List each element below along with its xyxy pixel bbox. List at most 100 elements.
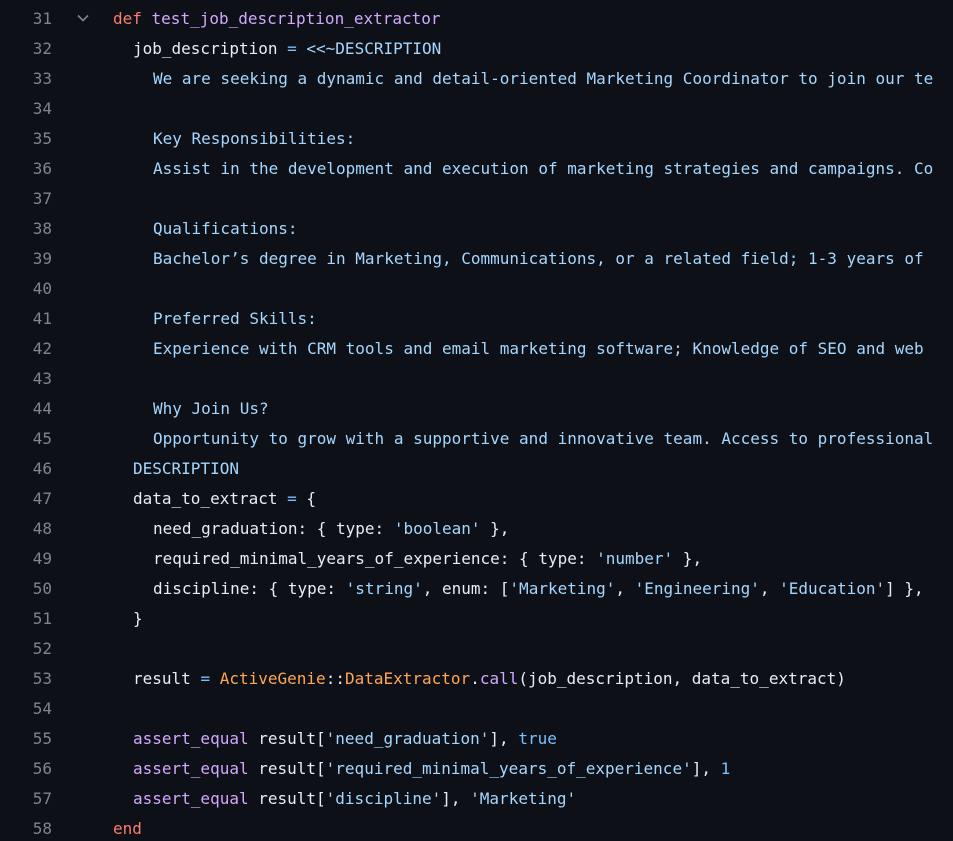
code-token: We are seeking a dynamic and detail-orie… xyxy=(153,68,934,88)
line-number: 46 xyxy=(32,458,52,478)
line-number: 50 xyxy=(32,578,52,598)
line-number: 35 xyxy=(32,128,52,148)
code-text: Experience with CRM tools and email mark… xyxy=(113,339,953,358)
code-token: 'Engineering' xyxy=(634,578,760,598)
code-line[interactable]: 52 xyxy=(0,633,953,663)
code-line[interactable]: 48 need_graduation: { type: 'boolean' }, xyxy=(0,513,953,543)
code-token: Key Responsibilities: xyxy=(153,128,356,148)
code-text: result = ActiveGenie::DataExtractor.call… xyxy=(113,669,953,688)
code-text: discipline: { type: 'string', enum: ['Ma… xyxy=(113,579,953,598)
code-token: ActiveGenie xyxy=(219,668,326,688)
chevron-down-icon xyxy=(76,14,89,22)
code-line[interactable]: 58 end xyxy=(0,813,953,841)
code-line[interactable]: 35 Key Responsibilities: xyxy=(0,123,953,153)
code-line[interactable]: 46 DESCRIPTION xyxy=(0,453,953,483)
code-token: call xyxy=(479,668,519,688)
code-token: 'Marketing' xyxy=(509,578,616,598)
code-token: }, xyxy=(673,548,703,568)
code-text: DESCRIPTION xyxy=(113,459,953,478)
line-number: 43 xyxy=(32,368,52,388)
code-text: Qualifications: xyxy=(113,219,953,238)
code-text: Opportunity to grow with a supportive an… xyxy=(113,429,953,448)
line-number: 42 xyxy=(32,338,52,358)
line-number: 40 xyxy=(32,278,52,298)
code-token: }, xyxy=(480,518,510,538)
code-line[interactable]: 55 assert_equal result['need_graduation']… xyxy=(0,723,953,753)
code-token: need_graduation: { type: xyxy=(153,518,394,538)
code-token: result[ xyxy=(248,758,326,778)
code-text: Bachelor’s degree in Marketing, Communic… xyxy=(113,249,953,268)
line-number: 39 xyxy=(32,248,52,268)
code-line[interactable]: 51} xyxy=(0,603,953,633)
line-number: 34 xyxy=(32,98,52,118)
code-line[interactable]: 57 assert_equal result['discipline'], 'Ma… xyxy=(0,783,953,813)
code-token: required_minimal_years_of_experience: { … xyxy=(153,548,597,568)
code-line[interactable]: 33 We are seeking a dynamic and detail-or… xyxy=(0,63,953,93)
code-text: assert_equal result['discipline'], 'Mark… xyxy=(113,789,953,808)
code-text: data_to_extract = { xyxy=(113,489,953,508)
code-line[interactable]: 50 discipline: { type: 'string', enum: ['… xyxy=(0,573,953,603)
code-token: 'number' xyxy=(596,548,674,568)
code-line[interactable]: 37 xyxy=(0,183,953,213)
code-text: Key Responsibilities: xyxy=(113,129,953,148)
code-token: 'need_graduation' xyxy=(325,728,490,748)
code-text: Why Join Us? xyxy=(113,399,953,418)
code-line[interactable]: 36 Assist in the development and executio… xyxy=(0,153,953,183)
code-editor[interactable]: 31 def test_job_description_extractor 32 jo… xyxy=(0,0,953,841)
code-token: ], xyxy=(489,728,519,748)
code-token: ], xyxy=(441,788,471,808)
code-token: data_to_extract xyxy=(133,488,288,508)
code-text: end xyxy=(113,819,953,838)
code-text: def test_job_description_extractor xyxy=(113,9,953,28)
code-line[interactable]: 39 Bachelor’s degree in Marketing, Commun… xyxy=(0,243,953,273)
line-number: 45 xyxy=(32,428,52,448)
code-text: Preferred Skills: xyxy=(113,309,953,328)
code-token: ] }, xyxy=(885,578,924,598)
code-line[interactable]: 42 Experience with CRM tools and email ma… xyxy=(0,333,953,363)
code-line[interactable]: 40 xyxy=(0,273,953,303)
line-number: 41 xyxy=(32,308,52,328)
code-token: Opportunity to grow with a supportive an… xyxy=(153,428,934,448)
line-number: 38 xyxy=(32,218,52,238)
code-token: end xyxy=(113,818,142,838)
code-line[interactable]: 45 Opportunity to grow with a supportive … xyxy=(0,423,953,453)
code-token: ], xyxy=(691,758,721,778)
code-line[interactable]: 41 Preferred Skills: xyxy=(0,303,953,333)
code-token: 'boolean' xyxy=(393,518,481,538)
line-number: 58 xyxy=(32,818,52,838)
line-number: 53 xyxy=(32,668,52,688)
code-token: (job_description, data_to_extract) xyxy=(518,668,846,688)
code-line[interactable]: 47 data_to_extract = { xyxy=(0,483,953,513)
code-token: 'Marketing' xyxy=(470,788,577,808)
code-token: , xyxy=(759,578,780,598)
code-token: :: xyxy=(325,668,345,688)
code-line[interactable]: 44 Why Join Us? xyxy=(0,393,953,423)
code-text: We are seeking a dynamic and detail-orie… xyxy=(113,69,953,88)
code-token: = xyxy=(200,668,211,688)
line-number: 36 xyxy=(32,158,52,178)
code-line[interactable]: 43 xyxy=(0,363,953,393)
code-token: Bachelor’s degree in Marketing, Communic… xyxy=(153,248,924,268)
code-line[interactable]: 31 def test_job_description_extractor xyxy=(0,3,953,33)
code-text: } xyxy=(113,609,953,628)
code-line[interactable]: 38 Qualifications: xyxy=(0,213,953,243)
code-token: . xyxy=(470,668,480,688)
code-text: required_minimal_years_of_experience: { … xyxy=(113,549,953,568)
code-text: assert_equal result['need_graduation'], … xyxy=(113,729,953,748)
code-line[interactable]: 56 assert_equal result['required_minimal_… xyxy=(0,753,953,783)
line-number: 47 xyxy=(32,488,52,508)
fold-toggle[interactable] xyxy=(52,11,113,25)
code-line[interactable]: 53 result = ActiveGenie::DataExtractor.ca… xyxy=(0,663,953,693)
code-line[interactable]: 49 required_minimal_years_of_experience: … xyxy=(0,543,953,573)
code-text: need_graduation: { type: 'boolean' }, xyxy=(113,519,953,538)
code-line[interactable]: 32 job_description = <<~DESCRIPTION xyxy=(0,33,953,63)
code-token: result[ xyxy=(248,728,326,748)
code-token: 1 xyxy=(720,758,731,778)
code-token: 'string' xyxy=(345,578,423,598)
code-line[interactable]: 54 xyxy=(0,693,953,723)
code-token: 'discipline' xyxy=(325,788,442,808)
code-token: Preferred Skills: xyxy=(153,308,317,328)
code-line[interactable]: 34 xyxy=(0,93,953,123)
line-number: 49 xyxy=(32,548,52,568)
line-number: 33 xyxy=(32,68,52,88)
